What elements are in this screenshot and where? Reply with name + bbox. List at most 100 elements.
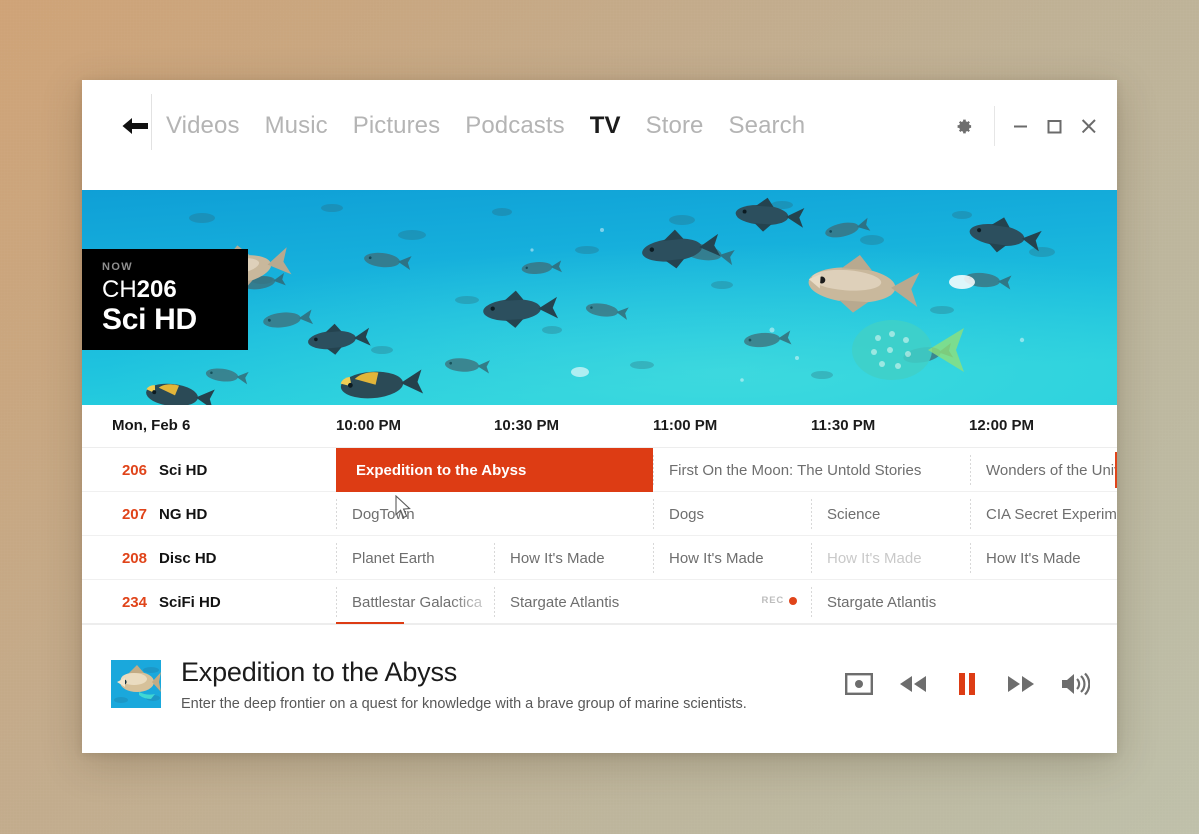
gear-icon xyxy=(954,117,973,136)
column-divider xyxy=(811,587,812,617)
program-cell[interactable]: ◀Battlestar Galactica xyxy=(336,580,494,624)
channel-name[interactable]: SciFi HD xyxy=(159,594,221,611)
column-divider xyxy=(970,543,971,573)
program-cell[interactable]: Science xyxy=(811,492,970,536)
now-label: NOW xyxy=(102,261,248,274)
nav-item-store[interactable]: Store xyxy=(646,108,704,144)
guide-row: 206 Sci HD Expedition to the Abyss First On… xyxy=(82,448,1117,492)
channel-name[interactable]: Disc HD xyxy=(159,550,217,567)
guide-time-label: 10:30 PM xyxy=(494,417,559,434)
record-button[interactable] xyxy=(843,669,875,699)
fast-forward-icon xyxy=(1006,674,1036,694)
column-divider xyxy=(970,499,971,529)
guide-time-header: Mon, Feb 6 10:00 PM 10:30 PM 11:00 PM 11:30… xyxy=(82,405,1117,448)
program-cell[interactable]: Expedition to the Abyss xyxy=(336,448,653,492)
rewind-button[interactable] xyxy=(897,669,929,699)
channel-name[interactable]: NG HD xyxy=(159,506,207,523)
program-title: Battlestar Galactica xyxy=(352,594,482,611)
guide-time-label: 12:00 PM xyxy=(969,417,1034,434)
settings-button[interactable] xyxy=(942,107,984,145)
pause-icon xyxy=(958,673,976,695)
column-divider xyxy=(653,455,654,485)
guide-scroll-indicator[interactable] xyxy=(1115,452,1117,488)
program-cell[interactable]: How It's Made xyxy=(811,536,970,580)
column-divider xyxy=(970,455,971,485)
channel-number[interactable]: 234 xyxy=(117,594,147,611)
program-cell[interactable]: CIA Secret Experiments xyxy=(970,492,1117,536)
back-arrow-icon xyxy=(119,116,150,136)
program-title: Science xyxy=(827,506,880,523)
nav-item-search[interactable]: Search xyxy=(729,108,806,144)
channel-name: Sci HD xyxy=(102,303,248,337)
record-dot-icon xyxy=(789,597,797,605)
channel-number[interactable]: 206 xyxy=(117,462,147,479)
program-title: Expedition to the Abyss xyxy=(356,462,526,479)
program-thumbnail xyxy=(111,660,161,708)
program-title: How It's Made xyxy=(510,550,605,567)
maximize-icon xyxy=(1047,119,1062,134)
fastforward-button[interactable] xyxy=(1005,669,1037,699)
hero-preview[interactable]: NOW CH206 Sci HD xyxy=(82,190,1117,405)
minimize-icon xyxy=(1013,120,1028,132)
guide-row: 234SciFi HD◀Battlestar GalacticaStargate… xyxy=(82,580,1117,624)
media-player-window: Videos Music Pictures Podcasts TV Store … xyxy=(82,80,1117,753)
nav-item-podcasts[interactable]: Podcasts xyxy=(465,108,565,144)
program-title: Dogs xyxy=(669,506,704,523)
guide-time-label: 10:00 PM xyxy=(336,417,401,434)
program-cell[interactable]: How It's Made xyxy=(653,536,811,580)
rec-label: REC xyxy=(762,595,784,606)
program-title: Stargate Atlantis xyxy=(510,594,619,611)
tv-guide: Mon, Feb 6 10:00 PM 10:30 PM 11:00 PM 11:30… xyxy=(82,405,1117,624)
program-title: How It's Made xyxy=(669,550,764,567)
playback-controls xyxy=(843,669,1091,699)
nav-item-music[interactable]: Music xyxy=(265,108,328,144)
nav-item-tv[interactable]: TV xyxy=(590,108,621,144)
guide-date: Mon, Feb 6 xyxy=(112,417,190,434)
detail-title: Expedition to the Abyss xyxy=(181,657,457,688)
program-cell[interactable]: How It's Made xyxy=(494,536,653,580)
program-title: How It's Made xyxy=(827,550,922,567)
recording-badge: REC xyxy=(762,595,797,606)
guide-time-label: 11:00 PM xyxy=(653,417,717,434)
program-cell[interactable]: Stargate Atlantis REC xyxy=(494,580,811,624)
guide-row: 207 NG HD DogTown Dogs Science CIA Secret Exp… xyxy=(82,492,1117,536)
program-title: Planet Earth xyxy=(352,550,435,567)
program-cell[interactable]: First On the Moon: The Untold Stories xyxy=(653,448,970,492)
program-cell[interactable]: Stargate Atlantis xyxy=(811,580,1117,624)
program-detail-panel: Expedition to the Abyss Enter the deep f… xyxy=(82,624,1117,743)
record-icon xyxy=(845,673,873,695)
guide-time-label: 11:30 PM xyxy=(811,417,875,434)
detail-description: Enter the deep frontier on a quest for k… xyxy=(181,696,747,712)
program-title: DogTown xyxy=(352,506,415,523)
pause-button[interactable] xyxy=(951,669,983,699)
channel-number: 206 xyxy=(137,276,177,303)
close-icon xyxy=(1081,119,1096,134)
app-header: Videos Music Pictures Podcasts TV Store … xyxy=(82,80,1117,190)
column-divider xyxy=(494,587,495,617)
program-cell[interactable]: Wonders of the Universe xyxy=(970,448,1117,492)
channel-number[interactable]: 208 xyxy=(117,550,147,567)
program-cell[interactable]: How It's Made xyxy=(970,536,1117,580)
program-cell[interactable]: Dogs xyxy=(653,492,811,536)
volume-button[interactable] xyxy=(1059,669,1091,699)
controls-divider xyxy=(994,106,995,146)
minimize-button[interactable] xyxy=(1003,107,1037,145)
maximize-button[interactable] xyxy=(1037,107,1071,145)
rewind-icon xyxy=(898,674,928,694)
fish-thumbnail-icon xyxy=(111,660,161,708)
guide-row: 208 Disc HD ◀Planet Earth How It's Made How … xyxy=(82,536,1117,580)
nav-item-pictures[interactable]: Pictures xyxy=(353,108,441,144)
volume-icon xyxy=(1060,672,1090,696)
program-title: Stargate Atlantis xyxy=(827,594,936,611)
column-divider xyxy=(653,543,654,573)
column-divider xyxy=(336,499,337,529)
close-button[interactable] xyxy=(1071,107,1105,145)
channel-prefix: CH xyxy=(102,276,137,303)
program-cell[interactable]: DogTown xyxy=(336,492,653,536)
nav-item-videos[interactable]: Videos xyxy=(166,108,240,144)
program-cell[interactable]: ◀Planet Earth xyxy=(336,536,494,580)
program-title: Wonders of the Universe xyxy=(986,462,1117,479)
main-nav: Videos Music Pictures Podcasts TV Store … xyxy=(166,108,805,144)
channel-number[interactable]: 207 xyxy=(117,506,147,523)
channel-name[interactable]: Sci HD xyxy=(159,462,207,479)
